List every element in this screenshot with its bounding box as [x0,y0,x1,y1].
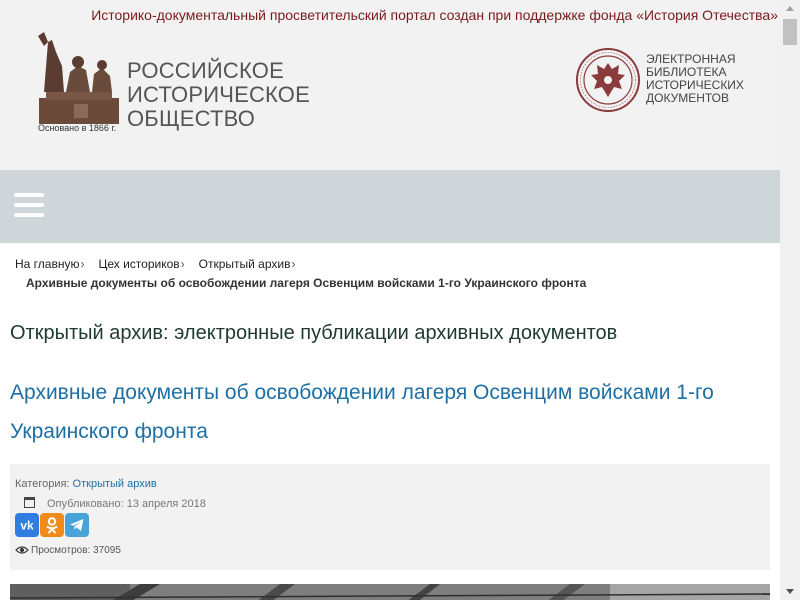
chevron-right-icon: › [80,257,85,271]
ok-icon [46,517,58,534]
library-name-line-4: ДОКУМЕНТОВ [646,91,730,105]
rio-founded: Основано в 1866 г. [38,123,117,133]
double-headed-eagle-seal-icon [576,48,640,112]
meta-views: Просмотров: 37095 [15,545,121,556]
breadcrumb-historians[interactable]: Цех историков [98,257,179,271]
chevron-right-icon: › [180,257,185,271]
telegram-share-button[interactable] [65,513,89,537]
telegram-icon [70,519,84,531]
barbed-wire-photo [10,584,770,600]
breadcrumb-home[interactable]: На главную [15,257,79,271]
scroll-up-arrow-icon[interactable] [780,0,800,17]
breadcrumb-current: Архивные документы об освобождении лагер… [26,276,587,290]
meta-published: Опубликовано: 13 апреля 2018 [24,497,206,510]
svg-text:vk: vk [20,519,34,533]
library-name: ЭЛЕКТРОННАЯ БИБЛИОТЕКА ИСТОРИЧЕСКИХ ДОКУ… [646,53,744,105]
breadcrumb: На главную› Цех историков› Открытый архив›… [15,257,775,290]
article-title[interactable]: Архивные документы об освобождении лагер… [10,373,770,451]
views-count: Просмотров: 37095 [31,545,121,556]
category-label: Категория: [15,478,70,490]
ok-share-button[interactable] [40,513,64,537]
meta-category: Категория: Открытый архив [15,478,157,490]
calendar-icon [24,497,35,508]
rio-name-line-3: ОБЩЕСТВО [127,106,256,131]
vk-icon: vk [20,519,34,533]
chevron-right-icon: › [291,257,296,271]
scroll-down-arrow-icon[interactable] [780,583,800,600]
rio-name: РОССИЙСКОЕ ИСТОРИЧЕСКОЕ ОБЩЕСТВО [127,59,310,131]
vk-share-button[interactable]: vk [15,513,39,537]
page-scrollbar[interactable] [780,0,800,600]
nav-bar [0,170,780,243]
rio-name-line-1: РОССИЙСКОЕ [127,58,284,83]
breadcrumb-open-archive[interactable]: Открытый архив [199,257,291,271]
header: Основано в 1866 г. РОССИЙСКОЕ ИСТОРИЧЕСК… [0,30,780,170]
published-date: Опубликовано: 13 апреля 2018 [47,498,206,510]
monument-icon [38,32,119,124]
category-link[interactable]: Открытый архив [73,478,157,490]
top-bar: Историко-документальный просветительский… [0,0,780,30]
article-photo [10,584,770,600]
article-meta: Категория: Открытый архив Опубликовано: … [10,464,770,570]
library-logo[interactable]: ЭЛЕКТРОННАЯ БИБЛИОТЕКА ИСТОРИЧЕСКИХ ДОКУ… [575,47,775,117]
section-title: Открытый архив: электронные публикации а… [10,322,618,344]
rio-logo[interactable]: Основано в 1866 г. РОССИЙСКОЕ ИСТОРИЧЕСК… [34,32,314,138]
page: Историко-документальный просветительский… [0,0,780,600]
social-share: vk [15,513,90,537]
eye-icon [15,546,29,554]
rio-name-line-2: ИСТОРИЧЕСКОЕ [127,82,310,107]
top-bar-text: Историко-документальный просветительский… [91,7,778,23]
scrollbar-thumb[interactable] [783,19,797,45]
hamburger-menu-icon[interactable] [14,193,44,217]
